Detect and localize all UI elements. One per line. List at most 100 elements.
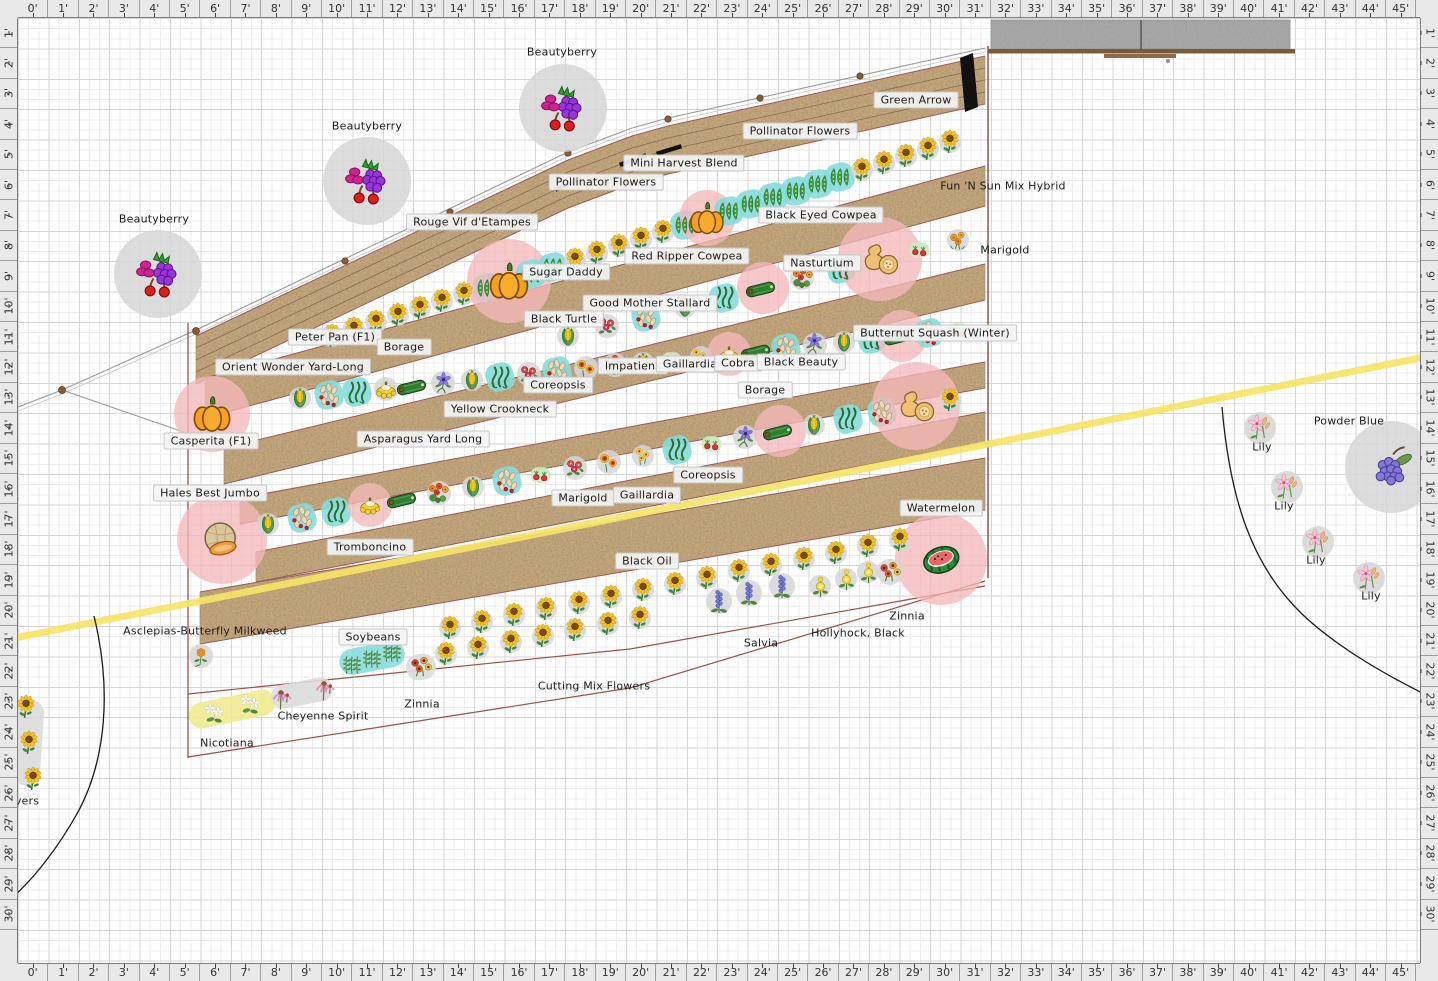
ruler-label: 13' <box>1421 383 1438 413</box>
ruler-label: 25' <box>1421 748 1438 778</box>
ruler-label: 7' <box>231 964 261 981</box>
ruler-label: 15' <box>1421 444 1438 474</box>
ruler-label: 14' <box>444 0 474 17</box>
ruler-label: 36' <box>1112 0 1142 17</box>
ruler-label: 2' <box>1421 48 1438 78</box>
ruler-label: 0' <box>18 964 48 981</box>
ruler-label: 38' <box>1173 0 1203 17</box>
ruler-label: 34' <box>1052 964 1082 981</box>
ruler-label: 2' <box>0 48 17 78</box>
ruler-label: 33' <box>1021 964 1051 981</box>
ruler-label: 30' <box>930 964 960 981</box>
ruler-label: 12' <box>383 964 413 981</box>
ruler-label: 9' <box>1421 261 1438 291</box>
ruler-label: 1' <box>48 964 78 981</box>
ruler-label: 4' <box>0 109 17 139</box>
ruler-label: 3' <box>109 964 139 981</box>
ruler-label: 19' <box>596 964 626 981</box>
ruler-label: 21' <box>656 964 686 981</box>
ruler-label: 28' <box>869 964 899 981</box>
ruler-label: 2' <box>79 0 109 17</box>
ruler-label: 27' <box>1421 808 1438 838</box>
ruler-label: 17' <box>535 964 565 981</box>
ruler-label: 30' <box>1421 900 1438 930</box>
ruler-label: 7' <box>231 0 261 17</box>
ruler-label: 45' <box>1386 964 1416 981</box>
ruler-label: 22' <box>0 656 17 686</box>
ruler-label: 38' <box>1173 964 1203 981</box>
ruler-label: 15' <box>474 964 504 981</box>
ruler-label: 10' <box>0 292 17 322</box>
ruler-label: 4' <box>140 964 170 981</box>
ruler-label: 20' <box>0 596 17 626</box>
ruler-label: 4' <box>140 0 170 17</box>
garden-planner-app: { "app": {"view": "garden-plan"}, "color… <box>0 0 1438 981</box>
ruler-label: 11' <box>0 322 17 352</box>
ruler-label: 39' <box>1204 0 1234 17</box>
ruler-label: 23' <box>717 0 747 17</box>
ruler-label: 20' <box>626 0 656 17</box>
ruler-label: 23' <box>1421 687 1438 717</box>
ruler-label: 28' <box>1421 839 1438 869</box>
plan-canvas-grid[interactable] <box>18 18 1420 963</box>
ruler-label: 40' <box>1234 0 1264 17</box>
ruler-label: 16' <box>1421 474 1438 504</box>
ruler-label: 8' <box>0 231 17 261</box>
ruler-corner <box>0 963 18 981</box>
ruler-label: 27' <box>839 0 869 17</box>
ruler-label: 29' <box>1421 869 1438 899</box>
ruler-label: 5' <box>1421 140 1438 170</box>
ruler-label: 5' <box>0 140 17 170</box>
ruler-label: 39' <box>1204 964 1234 981</box>
ruler-label: 45' <box>1386 0 1416 17</box>
ruler-label: 19' <box>1421 565 1438 595</box>
ruler-label: 14' <box>0 413 17 443</box>
ruler-label: 18' <box>565 964 595 981</box>
ruler-label: 0' <box>18 0 48 17</box>
ruler-label: 17' <box>1421 504 1438 534</box>
ruler-label: 33' <box>1021 0 1051 17</box>
ruler-label: 29' <box>0 869 17 899</box>
ruler-label: 2' <box>79 964 109 981</box>
ruler-label: 14' <box>444 964 474 981</box>
ruler-label: 8' <box>261 0 291 17</box>
ruler-label: 35' <box>1082 0 1112 17</box>
ruler-label: 12' <box>0 352 17 382</box>
ruler-label: 40' <box>1234 964 1264 981</box>
ruler-label: 9' <box>292 0 322 17</box>
ruler-label: 7' <box>0 200 17 230</box>
ruler-label: 3' <box>0 79 17 109</box>
ruler-label: 43' <box>1325 964 1355 981</box>
ruler-label: 28' <box>0 839 17 869</box>
ruler-label: 16' <box>504 964 534 981</box>
ruler-label: 13' <box>413 0 443 17</box>
ruler-corner <box>1420 963 1438 981</box>
ruler-label: 29' <box>900 0 930 17</box>
ruler-label: 23' <box>717 964 747 981</box>
ruler-label: 32' <box>991 964 1021 981</box>
ruler-label: 26' <box>1421 778 1438 808</box>
ruler-label: 34' <box>1052 0 1082 17</box>
ruler-corner <box>0 0 18 18</box>
ruler-label: 27' <box>0 808 17 838</box>
ruler-right: 1'2'3'4'5'6'7'8'9'10'11'12'13'14'15'16'1… <box>1420 18 1438 963</box>
ruler-label: 18' <box>0 535 17 565</box>
ruler-label: 35' <box>1082 964 1112 981</box>
ruler-left: 1'2'3'4'5'6'7'8'9'10'11'12'13'14'15'16'1… <box>0 18 18 963</box>
ruler-label: 26' <box>0 778 17 808</box>
ruler-label: 3' <box>1421 79 1438 109</box>
ruler-label: 26' <box>808 0 838 17</box>
ruler-label: 18' <box>1421 535 1438 565</box>
ruler-label: 21' <box>656 0 686 17</box>
ruler-label: 10' <box>322 964 352 981</box>
ruler-label: 1' <box>0 18 17 48</box>
ruler-label: 12' <box>383 0 413 17</box>
ruler-label: 22' <box>687 964 717 981</box>
ruler-corner <box>1420 0 1438 18</box>
ruler-label: 25' <box>778 964 808 981</box>
ruler-label: 16' <box>0 474 17 504</box>
ruler-label: 25' <box>0 748 17 778</box>
ruler-label: 12' <box>1421 352 1438 382</box>
ruler-label: 22' <box>687 0 717 17</box>
ruler-label: 28' <box>869 0 899 17</box>
